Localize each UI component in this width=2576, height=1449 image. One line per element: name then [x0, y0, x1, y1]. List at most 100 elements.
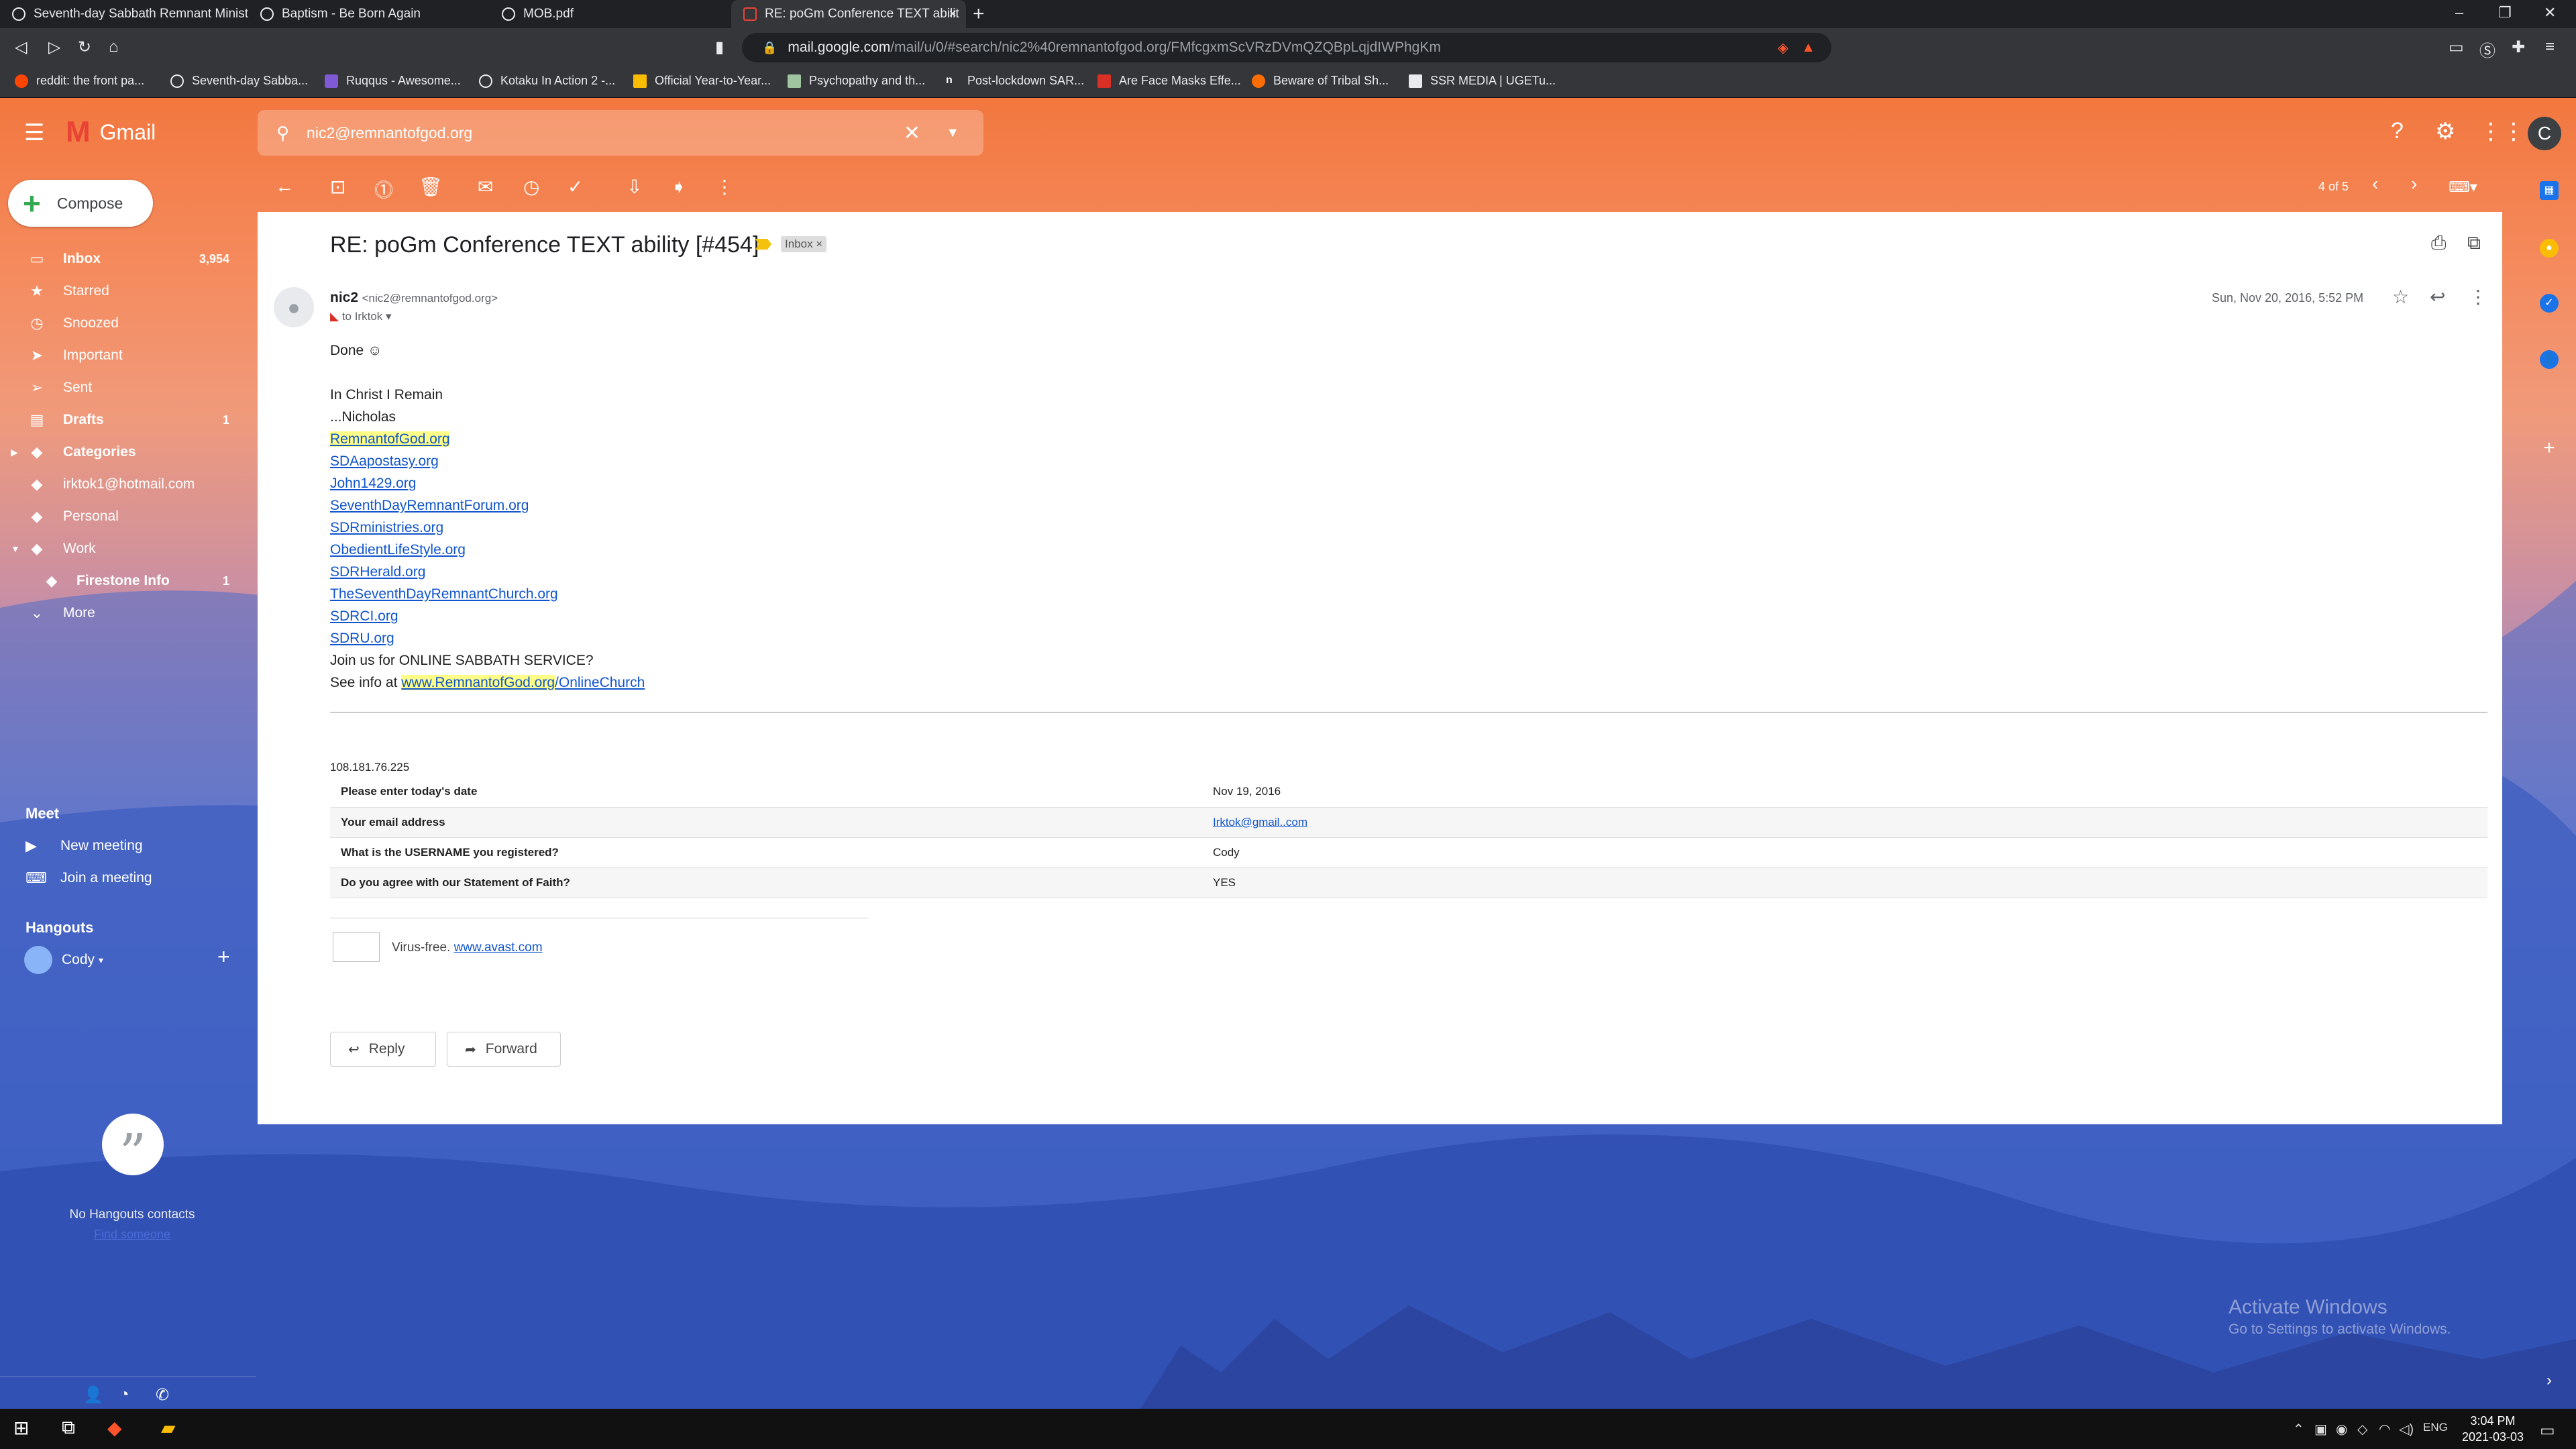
person-icon[interactable]: 👤	[83, 1385, 103, 1405]
find-someone-link[interactable]: Find someone	[0, 1228, 264, 1242]
search-options-icon[interactable]: ▼	[946, 125, 959, 141]
file-explorer-icon[interactable]: ▰	[161, 1417, 176, 1439]
recipient-line[interactable]: ◣ to Irktok ▾	[330, 310, 392, 323]
more-vert-icon[interactable]: ⋮	[715, 176, 734, 198]
search-input[interactable]: ⚲ nic2@remnantofgod.org ✕ ▼	[258, 110, 983, 156]
bookmark-item[interactable]: Are Face Masks Effe...	[1097, 74, 1241, 88]
inbox-label-chip[interactable]: Inbox ×	[781, 236, 827, 252]
back-icon[interactable]: ◁	[15, 38, 27, 57]
close-window-icon[interactable]: ✕	[2544, 4, 2556, 21]
signature-link[interactable]: TheSeventhDayRemnantChurch.org	[330, 586, 558, 602]
browser-tab[interactable]: Seventh-day Sabbath Remnant Minist	[0, 0, 248, 28]
close-tab-icon[interactable]: ×	[949, 7, 957, 22]
newer-icon[interactable]: ‹	[2372, 173, 2378, 195]
restore-icon[interactable]: ❐	[2498, 4, 2512, 21]
keep-icon[interactable]: ●	[2540, 239, 2559, 258]
sidebar-item-sent[interactable]: ➢ Sent	[0, 372, 248, 404]
system-clock[interactable]: 3:04 PM 2021-03-03	[2450, 1413, 2536, 1445]
more-options-icon[interactable]: ⋮	[2469, 286, 2487, 308]
dropbox-icon[interactable]: ◇	[2357, 1421, 2367, 1438]
brave-shield-icon[interactable]: ◈	[1778, 40, 1788, 56]
wifi-icon[interactable]: ◠	[2379, 1421, 2390, 1438]
snooze-icon[interactable]: ◷	[523, 176, 539, 198]
tray-chevron-up-icon[interactable]: ⌃	[2293, 1421, 2304, 1438]
signature-link[interactable]: SDRU.org	[330, 631, 394, 646]
contacts-icon[interactable]: 👤	[2540, 350, 2559, 369]
reply-button[interactable]: ↩ Reply	[330, 1032, 436, 1067]
reply-icon[interactable]: ↩	[2430, 286, 2445, 308]
sidebar-item-more[interactable]: ⌄ More	[0, 597, 248, 629]
notifications-icon[interactable]: ▭	[2540, 1421, 2555, 1440]
sidebar-item-starred[interactable]: ★ Starred	[0, 275, 248, 307]
calendar-icon[interactable]: ▦	[2540, 181, 2559, 200]
delete-icon[interactable]: 🗑	[419, 176, 443, 198]
input-tools-icon[interactable]: ⌨▾	[2449, 178, 2477, 196]
phone-icon[interactable]: ✆	[156, 1385, 169, 1405]
bookmark-item[interactable]: Seventh-day Sabba...	[170, 74, 308, 88]
broken-image-icon[interactable]	[333, 932, 380, 962]
compose-button[interactable]: + Compose	[8, 180, 153, 227]
new-tab-icon[interactable]: +	[973, 3, 985, 25]
expand-arrow-icon[interactable]: ▶	[11, 447, 18, 458]
open-new-window-icon[interactable]: ⧉	[2467, 232, 2481, 254]
signature-link[interactable]: SDRCI.org	[330, 608, 398, 624]
bookmark-item[interactable]: reddit: the front pa...	[15, 74, 144, 88]
steam-icon[interactable]: ◉	[2336, 1421, 2347, 1438]
sidebar-item-personal[interactable]: ◆ Personal	[0, 500, 248, 533]
tasks-icon[interactable]: ✓	[2540, 294, 2559, 313]
bookmark-item[interactable]: SSR MEDIA | UGETu...	[1409, 74, 1556, 88]
add-on-plus-icon[interactable]: +	[2540, 438, 2559, 458]
language-indicator[interactable]: ENG	[2423, 1421, 2448, 1434]
menu-icon[interactable]: ≡	[2545, 38, 2555, 56]
sidebar-item-snoozed[interactable]: ◷ Snoozed	[0, 307, 248, 339]
browser-tab-active[interactable]: RE: poGm Conference TEXT abilit ×	[731, 0, 966, 28]
bookmark-item[interactable]: Official Year-to-Year...	[633, 74, 771, 88]
move-to-icon[interactable]: ⇩	[627, 176, 642, 198]
signature-link[interactable]: SDRHerald.org	[330, 564, 425, 580]
gmail-logo[interactable]: M Gmail	[66, 115, 156, 149]
windows-start-icon[interactable]: ⊞	[13, 1417, 29, 1439]
settings-gear-icon[interactable]: ⚙	[2435, 118, 2455, 145]
browser-tab[interactable]: MOB.pdf	[490, 0, 731, 28]
star-outline-icon[interactable]: ☆	[2392, 286, 2409, 308]
forward-icon[interactable]: ▷	[48, 38, 60, 57]
brave-rewards-icon[interactable]: ▲	[1801, 40, 1815, 56]
signature-link[interactable]: SDAapostasy.org	[330, 453, 439, 469]
bookmark-item[interactable]: Beware of Tribal Sh...	[1252, 74, 1389, 88]
bookmark-item[interactable]: Kotaku In Action 2 -...	[479, 74, 615, 88]
mark-unread-icon[interactable]: ✉	[478, 176, 493, 198]
home-icon[interactable]: ⌂	[109, 38, 119, 56]
forward-button[interactable]: ➦ Forward	[447, 1032, 561, 1067]
bookmark-item[interactable]: Ruqqus - Awesome...	[325, 74, 461, 88]
search-icon[interactable]: ⚲	[276, 123, 289, 144]
back-to-search-icon[interactable]: ←	[275, 176, 294, 197]
main-menu-icon[interactable]: ☰	[24, 119, 44, 146]
sidebar-item-important[interactable]: ➤ Important	[0, 339, 248, 372]
sidebar-item-firestone-info[interactable]: ◆ Firestone Info 1	[0, 565, 248, 597]
add-hangout-icon[interactable]: +	[217, 945, 230, 969]
report-spam-icon[interactable]: ⓵	[374, 176, 393, 203]
brave-browser-icon[interactable]: ◆	[107, 1417, 122, 1439]
sidebar-item-categories[interactable]: ▶ ◆ Categories	[0, 436, 248, 468]
sidebar-item-hotmail[interactable]: ◆ irktok1@hotmail.com	[0, 468, 248, 500]
sidebar-item-work[interactable]: ▼ ◆ Work	[0, 533, 248, 565]
bookmark-icon[interactable]: ▮	[715, 38, 724, 57]
help-icon[interactable]: ?	[2391, 118, 2404, 144]
archive-icon[interactable]: ⊡	[330, 176, 345, 198]
signature-link[interactable]: ObedientLifeStyle.org	[330, 542, 466, 557]
signature-link[interactable]: SDRministries.org	[330, 520, 443, 535]
address-bar[interactable]: 🔒 mail.google.com/mail/u/0/#search/nic2%…	[742, 33, 1831, 62]
account-avatar[interactable]: C	[2528, 117, 2561, 150]
chevron-right-icon[interactable]: ›	[2540, 1371, 2559, 1390]
email-link[interactable]: Irktok@gmail..com	[1213, 816, 1307, 828]
signature-link[interactable]: John1429.org	[330, 476, 416, 491]
tray-app-icon[interactable]: ▣	[2314, 1421, 2327, 1438]
online-church-link[interactable]: www.RemnantofGod.org/OnlineChurch	[401, 675, 645, 690]
minimize-icon[interactable]: –	[2455, 4, 2463, 21]
bookmark-item[interactable]: Psychopathy and th...	[788, 74, 925, 88]
extensions-icon[interactable]: ✚	[2512, 38, 2525, 57]
hangouts-user[interactable]: Cody ▾	[24, 946, 103, 974]
avast-link[interactable]: www.avast.com	[454, 941, 543, 955]
add-to-tasks-icon[interactable]: ✓	[568, 176, 583, 198]
chat-icon[interactable]: ◔	[119, 1385, 129, 1404]
